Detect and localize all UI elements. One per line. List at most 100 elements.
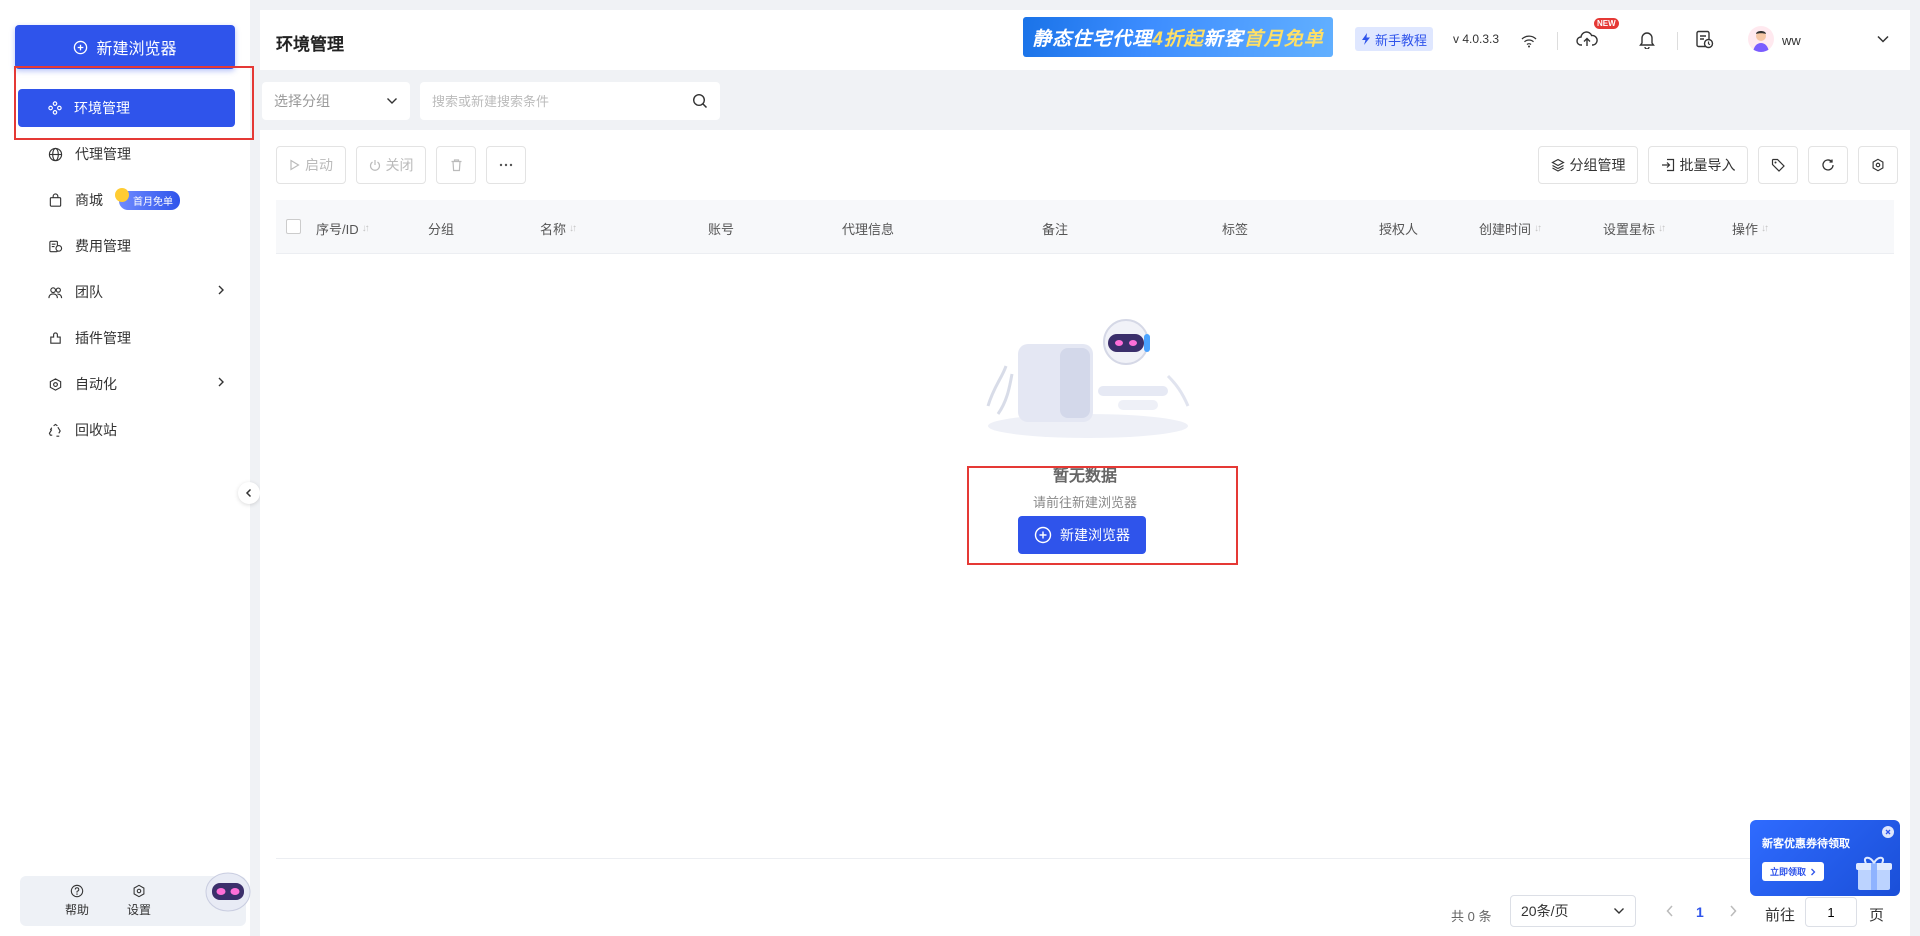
header-divider [1677, 32, 1678, 50]
select-all-checkbox[interactable] [286, 219, 301, 234]
column-label: 标签 [1222, 222, 1249, 237]
column-label: 操作 [1732, 222, 1759, 237]
group-select[interactable]: 选择分组 [262, 82, 410, 120]
sidebar-item-proxy[interactable]: 代理管理 [18, 135, 235, 173]
plus-circle-icon [1034, 526, 1052, 544]
bell-icon[interactable] [1638, 30, 1656, 49]
close-promo-button[interactable] [1882, 826, 1894, 838]
empty-new-browser-button[interactable]: 新建浏览器 [1018, 516, 1146, 554]
sidebar-item-plugins[interactable]: 插件管理 [18, 319, 235, 357]
next-page-icon[interactable] [1728, 904, 1738, 918]
column-header-created[interactable]: 创建时间 ↓↑ [1479, 219, 1542, 238]
column-label: 备注 [1042, 222, 1069, 237]
sidebar-item-billing[interactable]: 费用管理 [18, 227, 235, 265]
empty-title: 暂无数据 [1052, 468, 1117, 485]
goto-page-input[interactable] [1805, 897, 1857, 927]
chevron-left-icon [245, 488, 252, 498]
task-log-icon[interactable] [1695, 30, 1714, 49]
sidebar-item-recycle[interactable]: 回收站 [18, 411, 235, 449]
sidebar-item-env[interactable]: 环境管理 [18, 89, 235, 127]
empty-subtitle: 请前往新建浏览器 [1032, 495, 1137, 510]
help-icon [70, 884, 84, 898]
sidebar-nav: 环境管理 代理管理 商城 首月免单 费用管理 团队 插件管理 自动化 回收站 [18, 89, 235, 457]
power-icon [369, 160, 380, 171]
chevron-down-icon[interactable] [1876, 34, 1890, 44]
column-label: 序号/ID [316, 222, 359, 237]
chevron-right-icon [218, 285, 224, 295]
new-browser-button[interactable]: 新建浏览器 [15, 25, 235, 69]
sidebar-item-automation[interactable]: 自动化 [18, 365, 235, 403]
tag-button[interactable] [1758, 146, 1798, 184]
column-label: 创建时间 [1479, 222, 1532, 237]
sidebar-item-label: 插件管理 [75, 330, 131, 346]
top-header: 环境管理 静态住宅代理 4折起 新客 首月免单 新手教程 v 4.0.3.3 NEW… [260, 10, 1910, 70]
column-label: 设置星标 [1603, 222, 1656, 237]
chevron-right-icon [1811, 868, 1816, 875]
banner-text: 静态住宅代理 [1032, 28, 1153, 50]
plus-circle-icon [74, 40, 88, 54]
settings-button[interactable]: 设置 [127, 884, 151, 918]
close-button[interactable]: 关闭 [356, 146, 426, 184]
username: ww [1782, 33, 1801, 48]
start-button[interactable]: 启动 [276, 146, 346, 184]
batch-import-button[interactable]: 批量导入 [1648, 146, 1748, 184]
user-avatar-icon [1753, 31, 1769, 52]
avatar[interactable] [1748, 26, 1774, 52]
cloud-upload-icon[interactable] [1576, 30, 1598, 48]
tag-icon [1771, 158, 1785, 172]
group-manage-button[interactable]: 分组管理 [1538, 146, 1638, 184]
claim-coupon-button[interactable]: 立即领取 [1762, 862, 1825, 881]
sort-icon: ↓↑ [569, 223, 577, 234]
sidebar-item-label: 代理管理 [75, 146, 131, 162]
page-size-select[interactable]: 20条/页 [1510, 895, 1636, 927]
total-count: 共 0 条 [1451, 909, 1492, 924]
group-select-placeholder: 选择分组 [274, 93, 330, 109]
plugin-icon [50, 331, 61, 344]
column-settings-button[interactable] [1858, 146, 1898, 184]
close-icon [1885, 829, 1891, 835]
search-icon[interactable] [692, 93, 708, 109]
column-header-actions[interactable]: 操作 ↓↑ [1732, 219, 1769, 238]
column-label: 授权人 [1379, 222, 1419, 237]
cluster-icon [48, 101, 62, 115]
more-button[interactable] [486, 146, 526, 184]
prev-page-icon[interactable] [1665, 904, 1675, 918]
promo-badge: 首月免单 [115, 187, 180, 210]
gear-icon [1872, 158, 1884, 172]
sidebar-item-shop[interactable]: 商城 首月免单 [18, 181, 235, 219]
column-header-id[interactable]: 序号/ID ↓↑ [316, 219, 370, 238]
column-label: 代理信息 [842, 222, 895, 237]
column-label: 分组 [428, 222, 455, 237]
coupon-promo-popup[interactable]: 新客优惠券待领取 立即领取 [1750, 820, 1900, 896]
batch-import-label: 批量导入 [1679, 157, 1736, 173]
delete-button[interactable] [436, 146, 476, 184]
page-suffix-label: 页 [1869, 907, 1885, 924]
column-header-tags: 标签 [1222, 219, 1248, 238]
empty-state-illustration [986, 319, 1190, 438]
robot-assistant-icon[interactable] [204, 870, 252, 914]
current-page[interactable]: 1 [1696, 904, 1704, 920]
new-tag: NEW [1594, 18, 1619, 29]
column-header-star[interactable]: 设置星标 ↓↑ [1603, 219, 1666, 238]
sort-icon: ↓↑ [1761, 223, 1769, 234]
tutorial-button[interactable]: 新手教程 [1355, 27, 1434, 51]
banner-highlight: 4折起 [1152, 28, 1204, 50]
sidebar-item-team[interactable]: 团队 [18, 273, 235, 311]
sidebar-item-label: 费用管理 [75, 238, 131, 254]
column-header-name[interactable]: 名称 ↓↑ [540, 219, 577, 238]
sidebar: 新建浏览器 环境管理 代理管理 商城 首月免单 费用管理 团队 插件管理 自动化… [0, 0, 252, 936]
column-label: 名称 [540, 222, 567, 237]
main-panel: 启动 关闭 分组管理 批量导入 序号/ID ↓↑ 分组 名称 ↓↑ 账号 代理信息 … [260, 130, 1910, 936]
chevron-down-icon [1614, 908, 1624, 914]
column-header-grantor: 授权人 [1379, 219, 1418, 238]
refresh-button[interactable] [1808, 146, 1848, 184]
refresh-icon [1822, 159, 1834, 171]
wifi-icon[interactable] [1521, 34, 1537, 48]
sidebar-item-label: 商城 [75, 192, 103, 208]
sidebar-collapse-button[interactable] [238, 482, 260, 504]
promo-banner[interactable]: 静态住宅代理 4折起 新客 首月免单 [1023, 17, 1333, 57]
shopping-bag-icon [49, 192, 62, 207]
goto-label: 前往 [1765, 907, 1796, 924]
search-input[interactable] [432, 93, 692, 109]
help-button[interactable]: 帮助 [65, 884, 89, 918]
